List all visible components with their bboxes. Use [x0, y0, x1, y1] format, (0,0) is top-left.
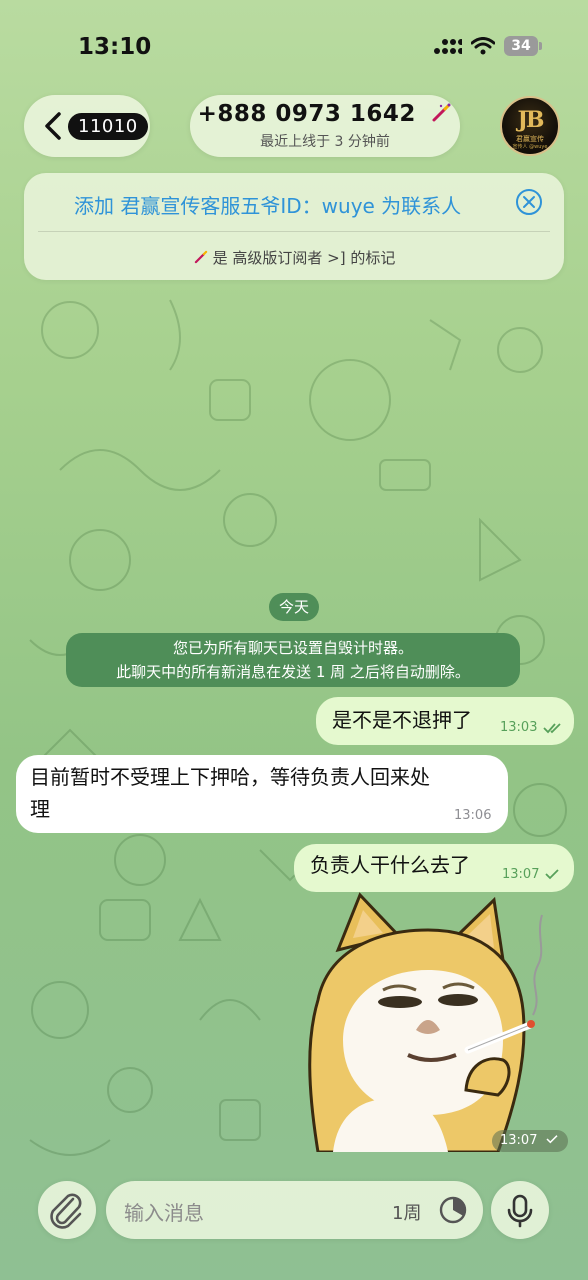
- avatar-caption: 宣传人 @wuye: [512, 144, 548, 150]
- message-text: 是不是不退押了: [332, 708, 472, 732]
- contact-name: +888 0973 1642: [197, 101, 416, 127]
- status-time: 13:10: [78, 34, 152, 60]
- message-input-field[interactable]: 输入消息 1周: [106, 1181, 483, 1239]
- message-input-placeholder: 输入消息: [124, 1201, 204, 1225]
- incoming-message[interactable]: 目前暂时不受理上下押哈，等待负责人回来处 理 13:06: [16, 755, 508, 833]
- dismiss-banner-button[interactable]: [516, 189, 542, 215]
- premium-wand-icon: [432, 103, 451, 122]
- status-bar: 13:10 34: [0, 0, 588, 90]
- message-text-line: 理: [30, 797, 50, 821]
- banner-divider: [38, 231, 550, 232]
- chat-title-button[interactable]: +888 0973 1642 最近上线于 3 分钟前: [190, 95, 460, 157]
- back-button[interactable]: 11010: [24, 95, 150, 157]
- status-icons: 34: [434, 36, 542, 56]
- outgoing-message[interactable]: 负责人干什么去了 13:07: [294, 844, 574, 892]
- shiba-doge-smoking-sticker[interactable]: [298, 890, 560, 1152]
- message-text: 负责人干什么去了: [310, 853, 470, 877]
- auto-delete-service-message: 您已为所有聊天已设置自毁计时器。 此聊天中的所有新消息在发送 1 周 之后将自动…: [66, 633, 520, 687]
- chevron-left-icon: [45, 112, 61, 140]
- message-time: 13:07: [502, 867, 540, 882]
- battery-indicator: 34: [504, 36, 542, 56]
- unread-count-badge: 11010: [68, 112, 148, 140]
- service-message-line: 此聊天中的所有新消息在发送 1 周 之后将自动删除。: [116, 663, 470, 681]
- contact-avatar[interactable]: JB 君赢宣传 宣传人 @wuye: [500, 96, 560, 156]
- premium-note-row[interactable]: 是 高级版订阅者 >] 的标记: [24, 247, 564, 268]
- self-destruct-timer-label[interactable]: 1周: [392, 1199, 421, 1225]
- close-icon: [523, 196, 535, 208]
- sticker-time-badge: 13:07: [492, 1130, 568, 1152]
- message-time: 13:03: [500, 720, 538, 735]
- double-check-icon: [543, 723, 561, 734]
- add-contact-link[interactable]: 添加 君赢宣传客服五爷ID：wuye 为联系人: [74, 190, 461, 219]
- voice-record-button[interactable]: [491, 1181, 549, 1239]
- attach-button[interactable]: [38, 1181, 96, 1239]
- add-contact-banner: 添加 君赢宣传客服五爷ID：wuye 为联系人 是 高级版订阅者 >] 的标记: [24, 173, 564, 280]
- paperclip-icon: [50, 1193, 82, 1229]
- microphone-icon: [507, 1194, 533, 1228]
- wifi-icon: [471, 37, 495, 55]
- date-separator: 今天: [269, 593, 319, 621]
- message-time: 13:06: [454, 808, 492, 823]
- avatar-logo: JB: [517, 107, 544, 133]
- check-icon: [546, 1135, 558, 1144]
- message-text: 目前暂时不受理上下押哈，等待负责人回来处 理: [30, 761, 500, 825]
- signal-icon: [434, 39, 462, 54]
- check-icon: [545, 869, 559, 880]
- timer-icon[interactable]: [438, 1195, 468, 1225]
- service-message-line: 您已为所有聊天已设置自毁计时器。: [172, 639, 413, 657]
- premium-wand-icon: [194, 250, 207, 264]
- outgoing-message[interactable]: 是不是不退押了 13:03: [316, 697, 574, 745]
- message-time: 13:07: [500, 1133, 538, 1148]
- premium-note-text: 是 高级版订阅者 >] 的标记: [212, 249, 396, 267]
- contact-name-row: +888 0973 1642: [190, 101, 460, 127]
- last-seen-status: 最近上线于 3 分钟前: [260, 134, 390, 150]
- message-text-line: 目前暂时不受理上下押哈，等待负责人回来处: [30, 765, 430, 789]
